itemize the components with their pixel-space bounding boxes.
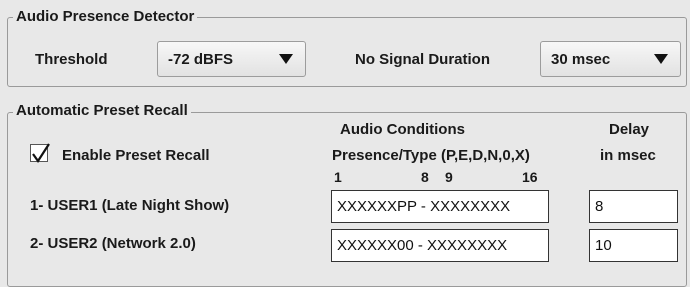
no-signal-duration-value: 30 msec: [551, 50, 611, 68]
index-label-16: 16: [522, 169, 538, 185]
no-signal-duration-dropdown[interactable]: 30 msec: [540, 41, 681, 77]
threshold-value: -72 dBFS: [168, 50, 234, 68]
delay-header: Delay: [609, 121, 650, 138]
index-label-8: 8: [421, 169, 429, 185]
audio-conditions-header: Audio Conditions: [340, 121, 465, 138]
preset-row-label: 2- USER2 (Network 2.0): [30, 235, 196, 252]
index-label-9: 9: [445, 169, 453, 185]
automatic-preset-recall-title: Automatic Preset Recall: [13, 102, 191, 120]
checkmark-icon: [32, 143, 50, 163]
audio-conditions-input[interactable]: XXXXXXPP - XXXXXXXX: [331, 190, 549, 223]
enable-preset-recall-label: Enable Preset Recall: [62, 147, 210, 164]
delay-unit-header: in msec: [600, 147, 656, 164]
audio-conditions-input[interactable]: XXXXXX00 - XXXXXXXX: [331, 229, 549, 262]
triangle-down-icon: [654, 54, 668, 64]
enable-preset-recall-checkbox[interactable]: [30, 143, 50, 163]
delay-input[interactable]: 8: [589, 190, 678, 223]
delay-input[interactable]: 10: [589, 229, 678, 262]
audio-presence-detector-title: Audio Presence Detector: [13, 8, 198, 26]
triangle-down-icon: [279, 54, 293, 64]
preset-row-label: 1- USER1 (Late Night Show): [30, 197, 230, 214]
threshold-label: Threshold: [35, 51, 108, 68]
presence-type-header: Presence/Type (P,E,D,N,0,X): [332, 147, 530, 164]
index-label-1: 1: [334, 169, 342, 185]
threshold-dropdown[interactable]: -72 dBFS: [157, 41, 306, 77]
no-signal-duration-label: No Signal Duration: [355, 51, 490, 68]
